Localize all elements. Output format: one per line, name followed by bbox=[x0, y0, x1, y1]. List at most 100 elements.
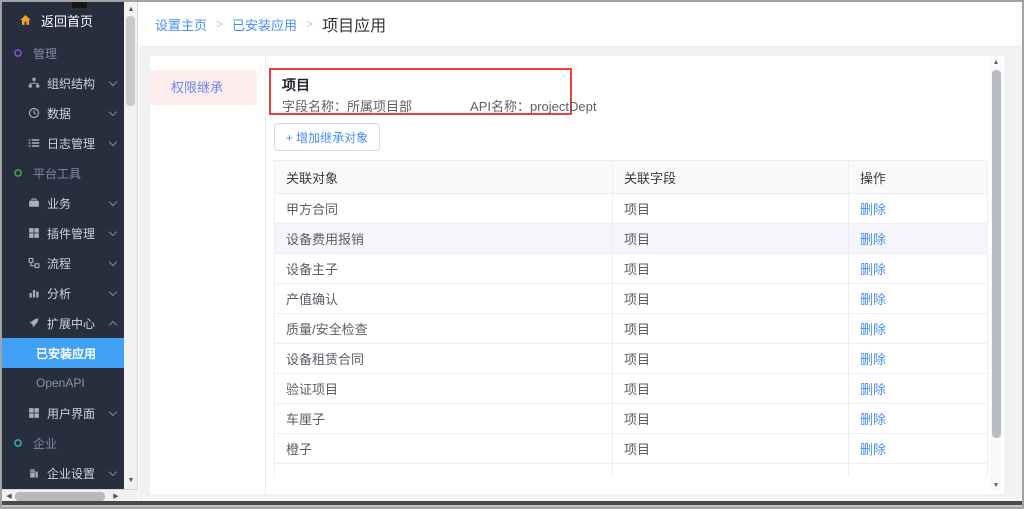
delete-link[interactable]: 删除 bbox=[860, 289, 886, 308]
circle-teal-icon bbox=[11, 437, 24, 450]
sidebar-item-label: 日志管理 bbox=[47, 135, 95, 152]
app-window: 返回首页 管理组织结构数据日志管理平台工具业务插件管理流程分析扩展中心已安装应用… bbox=[0, 0, 1024, 509]
sidebar-section-label: 管理 bbox=[2, 38, 124, 68]
inherit-objects-table: 关联对象 关联字段 操作 甲方合同项目删除设备费用报销项目删除设备主子项目删除产… bbox=[274, 160, 988, 477]
cell-related-object: 车厘子 bbox=[275, 404, 613, 433]
window-bottom-edge bbox=[2, 501, 1022, 507]
sidebar-item[interactable]: 企业设置 bbox=[2, 458, 124, 488]
table-row: 设备租赁合同项目删除 bbox=[275, 344, 987, 374]
column-header-related-field: 关联字段 bbox=[613, 161, 849, 193]
circle-green-icon bbox=[11, 167, 24, 180]
sidebar-vertical-scrollbar[interactable]: ▲ ▼ bbox=[124, 2, 138, 489]
table-row: 车厘子项目删除 bbox=[275, 404, 987, 434]
tab-permission-inheritance[interactable]: 权限继承 bbox=[150, 70, 257, 105]
cell-related-field: 项目 bbox=[613, 344, 849, 373]
building-icon bbox=[27, 467, 40, 480]
scroll-up-icon[interactable]: ▲ bbox=[990, 58, 1002, 68]
sidebar-item-home[interactable]: 返回首页 bbox=[2, 2, 124, 38]
content-vertical-scrollbar[interactable]: ▲ ▼ bbox=[990, 58, 1002, 491]
sidebar-item[interactable]: 业务 bbox=[2, 188, 124, 218]
scroll-down-icon[interactable]: ▼ bbox=[124, 475, 138, 487]
sidebar-item[interactable]: 分析 bbox=[2, 278, 124, 308]
sidebar-item-label: 管理 bbox=[33, 45, 57, 62]
delete-link[interactable]: 删除 bbox=[860, 319, 886, 338]
sidebar-item[interactable]: 流程 bbox=[2, 248, 124, 278]
table-row: 设备费用报销项目删除 bbox=[275, 224, 987, 254]
table-row-partial bbox=[275, 464, 987, 477]
sidebar-item-label: 组织结构 bbox=[47, 75, 95, 92]
field-highlight-box: 项目 字段名称：所属项目部API名称：projectDept bbox=[269, 68, 572, 115]
sidebar-home-label: 返回首页 bbox=[41, 11, 93, 30]
cell-actions: 删除 bbox=[849, 344, 987, 373]
scroll-up-icon[interactable]: ▲ bbox=[124, 4, 138, 16]
chevron-down-icon bbox=[109, 288, 117, 296]
delete-link[interactable]: 删除 bbox=[860, 349, 886, 368]
table-row: 甲方合同项目删除 bbox=[275, 194, 987, 224]
org-structure-icon bbox=[27, 77, 40, 90]
cell-related-object: 设备租赁合同 bbox=[275, 344, 613, 373]
table-row: 质量/安全检查项目删除 bbox=[275, 314, 987, 344]
settings-nav-panel: 权限继承 bbox=[150, 56, 266, 494]
sidebar: 返回首页 管理组织结构数据日志管理平台工具业务插件管理流程分析扩展中心已安装应用… bbox=[2, 2, 124, 489]
sidebar-item-label: 平台工具 bbox=[33, 165, 81, 182]
table-header-row: 关联对象 关联字段 操作 bbox=[275, 161, 987, 194]
cell-actions: 删除 bbox=[849, 224, 987, 253]
field-title: 项目 bbox=[282, 75, 310, 95]
add-inherit-object-button[interactable]: + 增加继承对象 bbox=[274, 123, 380, 151]
cell-related-object: 甲方合同 bbox=[275, 194, 613, 223]
cell-related-object: 设备主子 bbox=[275, 254, 613, 283]
cell-related-object: 验证项目 bbox=[275, 374, 613, 403]
delete-link[interactable]: 删除 bbox=[860, 409, 886, 428]
table-body: 甲方合同项目删除设备费用报销项目删除设备主子项目删除产值确认项目删除质量/安全检… bbox=[275, 194, 987, 464]
cell-related-object: 设备费用报销 bbox=[275, 224, 613, 253]
scrollbar-thumb[interactable] bbox=[15, 492, 105, 501]
circle-purple-icon bbox=[11, 47, 24, 60]
page-title: 项目应用 bbox=[322, 12, 386, 36]
delete-link[interactable]: 删除 bbox=[860, 229, 886, 248]
column-header-related-object: 关联对象 bbox=[275, 161, 613, 193]
cell-actions: 删除 bbox=[849, 284, 987, 313]
sidebar-item[interactable]: 数据 bbox=[2, 98, 124, 128]
sidebar-item[interactable]: 用户界面 bbox=[2, 398, 124, 428]
delete-link[interactable]: 删除 bbox=[860, 379, 886, 398]
sidebar-item[interactable]: 插件管理 bbox=[2, 218, 124, 248]
sidebar-item-label: 已安装应用 bbox=[36, 345, 96, 362]
column-header-actions: 操作 bbox=[849, 161, 987, 193]
scroll-down-icon[interactable]: ▼ bbox=[990, 481, 1002, 491]
chevron-down-icon bbox=[109, 138, 117, 146]
sidebar-item-label: 企业设置 bbox=[47, 465, 95, 482]
briefcase-icon bbox=[27, 197, 40, 210]
breadcrumb-link-settings-home[interactable]: 设置主页 bbox=[155, 15, 207, 34]
cell-related-field: 项目 bbox=[613, 434, 849, 463]
sidebar-item[interactable]: OpenAPI bbox=[2, 368, 124, 398]
cell-related-field: 项目 bbox=[613, 254, 849, 283]
scrollbar-thumb[interactable] bbox=[126, 16, 135, 106]
flow-icon bbox=[27, 257, 40, 270]
table-cell bbox=[613, 464, 849, 477]
breadcrumb: 设置主页 > 已安装应用 > 项目应用 bbox=[139, 2, 1022, 47]
cell-related-object: 橙子 bbox=[275, 434, 613, 463]
sidebar-item[interactable]: 日志管理 bbox=[2, 128, 124, 158]
delete-link[interactable]: 删除 bbox=[860, 259, 886, 278]
content-card: 权限继承 项目 字段名称：所属项目部API名称：projectDept + 增加… bbox=[150, 56, 1004, 494]
sidebar-section-label: 平台工具 bbox=[2, 158, 124, 188]
cell-related-object: 产值确认 bbox=[275, 284, 613, 313]
cell-related-field: 项目 bbox=[613, 194, 849, 223]
sidebar-item-label: 流程 bbox=[47, 255, 71, 272]
breadcrumb-link-installed-apps[interactable]: 已安装应用 bbox=[232, 15, 297, 34]
cell-related-field: 项目 bbox=[613, 374, 849, 403]
table-row: 橙子项目删除 bbox=[275, 434, 987, 464]
delete-link[interactable]: 删除 bbox=[860, 199, 886, 218]
sidebar-item-label: 用户界面 bbox=[47, 405, 95, 422]
chevron-down-icon bbox=[109, 108, 117, 116]
plugin-grid-icon bbox=[27, 227, 40, 240]
delete-link[interactable]: 删除 bbox=[860, 439, 886, 458]
sidebar-item[interactable]: 已安装应用 bbox=[2, 338, 124, 368]
table-cell bbox=[275, 464, 613, 477]
sidebar-item-label: 业务 bbox=[47, 195, 71, 212]
home-icon bbox=[19, 14, 32, 27]
sidebar-item[interactable]: 组织结构 bbox=[2, 68, 124, 98]
scrollbar-thumb[interactable] bbox=[992, 70, 1001, 438]
sidebar-item[interactable]: 扩展中心 bbox=[2, 308, 124, 338]
clock-icon bbox=[27, 107, 40, 120]
